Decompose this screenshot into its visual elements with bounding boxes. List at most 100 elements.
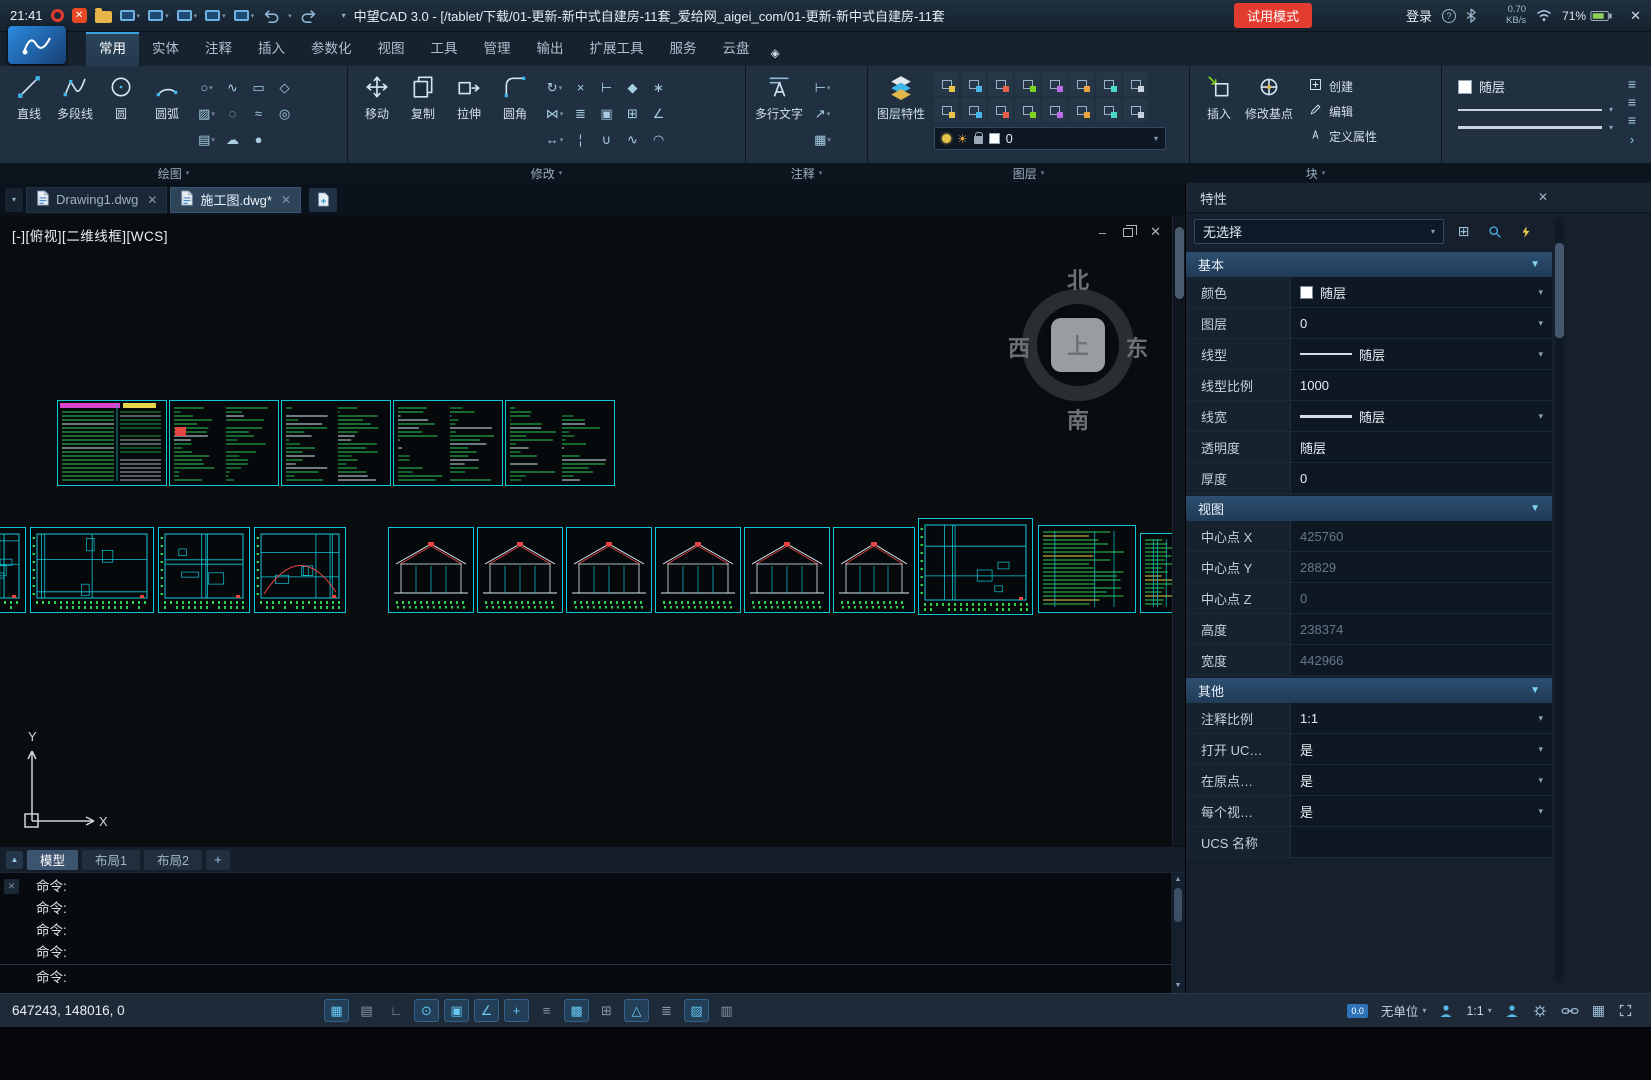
undo-caret-icon[interactable]: ▾: [288, 12, 292, 20]
scroll-down-icon[interactable]: ▼: [1175, 981, 1182, 991]
close-icon[interactable]: ✕: [147, 193, 157, 207]
create-block-button[interactable]: .nd{fill:#3db6ec;stroke:none}.fd{fill:#1…: [1308, 77, 1377, 95]
screen-record-icon[interactable]: [51, 9, 64, 22]
share-icon[interactable]: ▾: [234, 10, 255, 21]
quick-select-icon[interactable]: ⊞: [1452, 220, 1475, 243]
rectangle-icon[interactable]: ▭: [247, 77, 270, 98]
new-drawing-tab-button[interactable]: [309, 188, 337, 212]
app-logo[interactable]: [8, 26, 66, 64]
list-view-icon[interactable]: ≡: [1628, 114, 1636, 126]
dynamic-ucs-icon[interactable]: △: [624, 999, 649, 1022]
section-header-2[interactable]: 其他▼: [1186, 678, 1552, 703]
property-value-cell[interactable]: 随层▾: [1290, 277, 1552, 307]
scrollbar-thumb[interactable]: [1174, 888, 1182, 922]
property-value-cell[interactable]: 是▾: [1290, 765, 1552, 795]
ribbon-tab-9[interactable]: 扩展工具: [577, 32, 657, 66]
linetype-dropdown[interactable]: ▾: [1458, 105, 1613, 114]
fullscreen-icon[interactable]: [1618, 1003, 1633, 1018]
drawing-canvas[interactable]: [-][俯视][二维线框][WCS] – ✕ 北 南 西 东 上: [0, 215, 1185, 846]
section-header-0[interactable]: 基本▼: [1186, 252, 1552, 277]
layer-tool-icon[interactable]: [1096, 98, 1121, 122]
move-button[interactable]: .nd{fill:#3db6ec;stroke:none}.fd{fill:#1…: [354, 68, 400, 163]
layer-tool-icon[interactable]: [1123, 72, 1148, 96]
panel-title-layers[interactable]: 图层▾: [868, 163, 1189, 183]
view-compass[interactable]: 北 南 西 东 上: [1008, 263, 1148, 435]
arc-button[interactable]: .nd{fill:#3db6ec;stroke:none}.fd{fill:#1…: [144, 68, 190, 163]
property-value-cell[interactable]: 0▾: [1290, 308, 1552, 338]
mtext-button[interactable]: .nd{fill:#3db6ec;stroke:none}.fd{fill:#1…: [752, 68, 806, 163]
property-value-cell[interactable]: 是▾: [1290, 796, 1552, 826]
property-value-cell[interactable]: 随层▾: [1290, 401, 1552, 431]
layer-tool-icon[interactable]: [1015, 72, 1040, 96]
property-value-cell[interactable]: 随层: [1290, 432, 1552, 462]
property-value-cell[interactable]: 1:1▾: [1290, 703, 1552, 733]
pedit-icon[interactable]: ∿: [621, 129, 644, 150]
layer-tool-icon[interactable]: [1042, 72, 1067, 96]
ribbon-tab-10[interactable]: 服务: [657, 32, 710, 66]
compass-top-button[interactable]: 上: [1051, 318, 1105, 372]
layer-on-icon[interactable]: [942, 134, 951, 143]
array-icon[interactable]: ⊞: [621, 103, 644, 124]
explode-icon[interactable]: ∗: [647, 77, 670, 98]
command-scrollbar[interactable]: ▲ ▼: [1171, 873, 1185, 993]
new-drawing-icon[interactable]: ▾: [120, 10, 141, 21]
layer-tool-icon[interactable]: [961, 72, 986, 96]
ribbon-style-icon[interactable]: ◈: [771, 46, 780, 60]
ribbon-tab-0[interactable]: 常用: [86, 32, 139, 66]
erase-icon[interactable]: ◆: [621, 77, 644, 98]
blend-icon[interactable]: ◠: [647, 129, 670, 150]
ribbon-tab-5[interactable]: 视图: [365, 32, 418, 66]
ribbon-tab-3[interactable]: 插入: [245, 32, 298, 66]
object-color-dropdown[interactable]: 随层: [1458, 77, 1613, 96]
ribbon-tab-4[interactable]: 参数化: [298, 32, 365, 66]
annotation-monitor-icon[interactable]: ≣: [654, 999, 679, 1022]
grid-display-icon[interactable]: ▤: [354, 999, 379, 1022]
extend-icon[interactable]: ⊢: [595, 77, 618, 98]
define-attribute-button[interactable]: .nd{fill:#3db6ec;stroke:none}.fd{fill:#1…: [1308, 127, 1377, 145]
scrollbar-track[interactable]: [1174, 887, 1182, 979]
compass-north-label[interactable]: 北: [1067, 263, 1089, 295]
property-value-cell[interactable]: 0: [1290, 463, 1552, 493]
trim-icon[interactable]: ×: [569, 77, 592, 98]
layout-tab-1[interactable]: 布局1: [82, 850, 140, 870]
property-value-cell[interactable]: 1000: [1290, 370, 1552, 400]
ellipse-icon[interactable]: ○▾: [195, 77, 218, 98]
help-icon[interactable]: ?: [1442, 9, 1456, 23]
panel-title-annotate[interactable]: 注释▾: [746, 163, 867, 183]
layout-tab-2[interactable]: 布局2: [144, 850, 202, 870]
trial-mode-badge[interactable]: 试用模式: [1234, 3, 1312, 28]
restore-icon[interactable]: [1123, 228, 1133, 237]
folder-icon[interactable]: [95, 11, 112, 23]
command-prompt[interactable]: 命令:: [36, 967, 67, 989]
table-icon[interactable]: ▦▾: [811, 129, 834, 150]
bluetooth-icon[interactable]: [1466, 8, 1476, 23]
polyline-button[interactable]: .nd{fill:#3db6ec;stroke:none}.fd{fill:#1…: [52, 68, 98, 163]
polygon-icon[interactable]: ◇: [273, 77, 296, 98]
properties-scrollbar[interactable]: [1555, 217, 1564, 983]
lengthen-icon[interactable]: ↔▾: [543, 129, 566, 150]
app-shortcut-icon[interactable]: ✕: [72, 8, 87, 23]
point-icon[interactable]: ●: [247, 129, 270, 150]
object-snap-tracking-icon[interactable]: ∠: [474, 999, 499, 1022]
compass-west-label[interactable]: 西: [1008, 331, 1030, 363]
layer-lock-icon[interactable]: [974, 136, 983, 144]
layer-tool-icon[interactable]: [1042, 98, 1067, 122]
leader-icon[interactable]: ↗▾: [811, 103, 834, 124]
scroll-up-icon[interactable]: ▲: [1175, 875, 1182, 885]
scrollbar-thumb[interactable]: [1555, 243, 1564, 338]
select-objects-icon[interactable]: [1483, 220, 1506, 243]
print-icon[interactable]: ▾: [205, 10, 226, 21]
open-drawing-icon[interactable]: ▾: [148, 10, 169, 21]
canvas-scrollbar[interactable]: [1172, 215, 1185, 846]
section-header-1[interactable]: 视图▼: [1186, 496, 1552, 521]
layout-tab-0[interactable]: 模型: [27, 850, 78, 870]
ribbon-tab-6[interactable]: 工具: [418, 32, 471, 66]
doc-tab-1[interactable]: 施工图.dwg*✕: [170, 187, 301, 213]
layer-tool-icon[interactable]: [988, 98, 1013, 122]
snap-grid-icon[interactable]: ▦: [324, 999, 349, 1022]
layer-tool-icon[interactable]: [1123, 98, 1148, 122]
annotation-user-icon[interactable]: [1439, 1004, 1453, 1018]
object-snap-icon[interactable]: ▣: [444, 999, 469, 1022]
list-view-icon[interactable]: ≡: [1628, 78, 1636, 90]
lineweight-dropdown[interactable]: ▾: [1458, 123, 1613, 132]
